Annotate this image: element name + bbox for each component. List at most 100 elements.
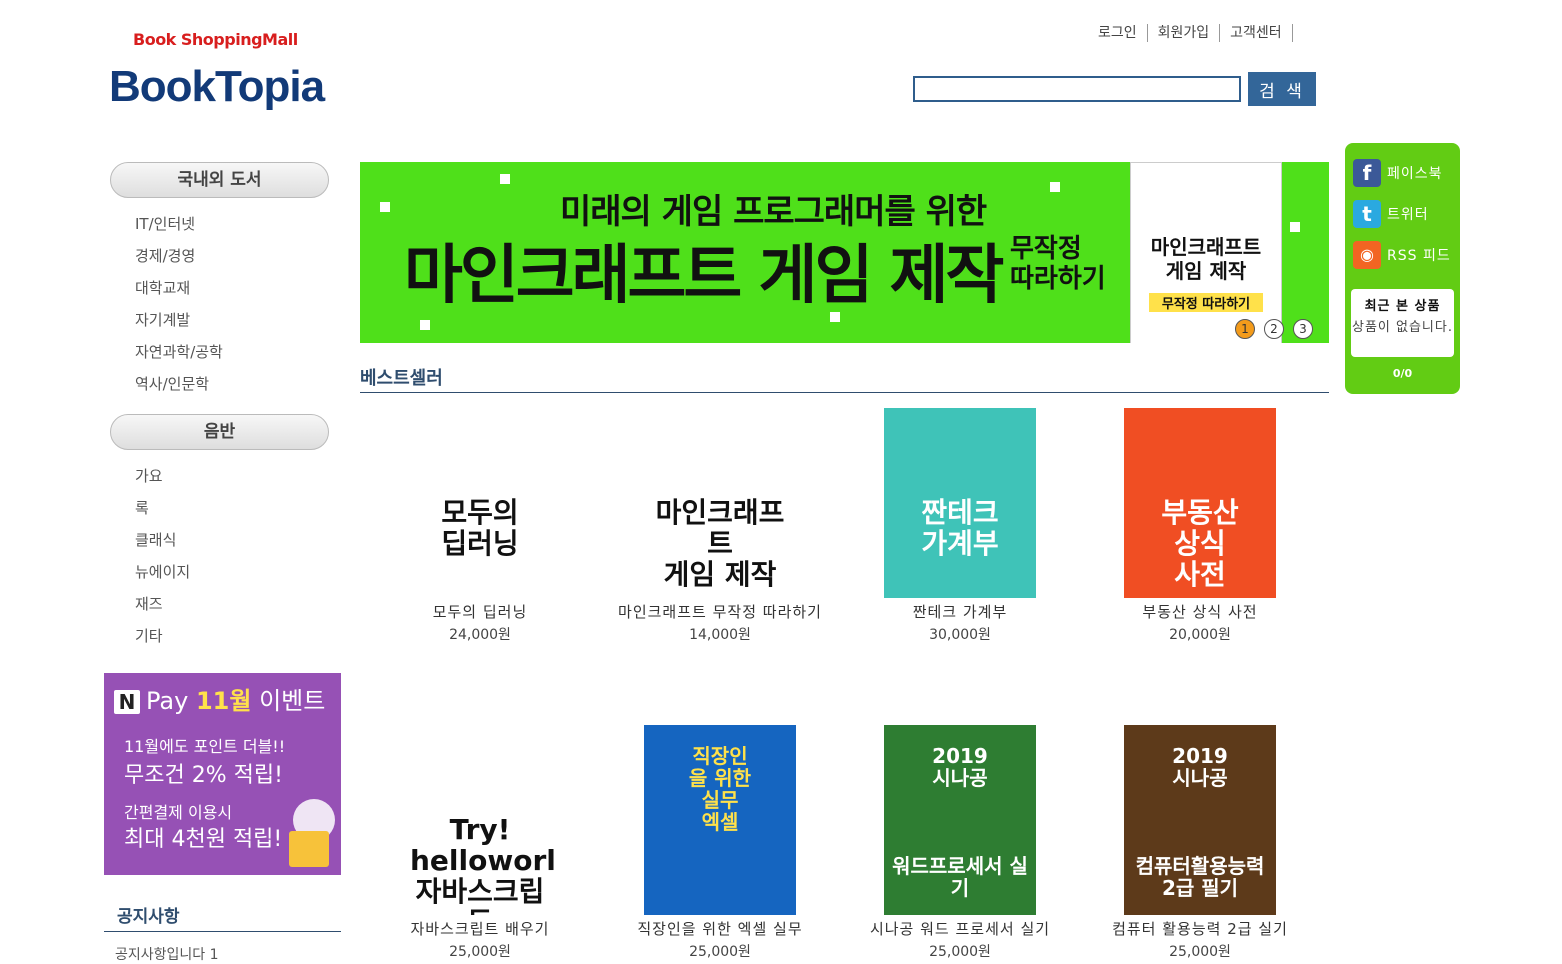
book-cover-title: 2019 시나공 워드프로세서 실기 — [892, 744, 1028, 900]
category-header-music[interactable]: 음반 — [110, 414, 329, 450]
twitter-link[interactable]: t 트위터 — [1353, 200, 1429, 228]
banner-dot-2[interactable]: 2 — [1264, 319, 1284, 339]
product-name[interactable]: 컴퓨터 활용능력 2급 실기 — [1080, 918, 1320, 939]
rss-icon: ◉ — [1353, 241, 1381, 269]
product-price: 25,000원 — [929, 944, 991, 960]
search-button[interactable]: 검 색 — [1248, 72, 1316, 106]
book-cover-title: Try! helloworld 자바스크립트 — [410, 813, 556, 915]
category-item[interactable]: 대학교재 — [135, 272, 223, 304]
ad-line-1: 11월에도 포인트 더블!! — [124, 737, 286, 756]
event-month: 11월 — [195, 687, 252, 715]
product-name[interactable]: 짠테크 가계부 — [840, 601, 1080, 622]
signup-link[interactable]: 회원가입 — [1148, 24, 1221, 42]
rss-link[interactable]: ◉ RSS 피드 — [1353, 241, 1451, 269]
ad-line-2: 무조건 2% 적립! — [124, 763, 283, 788]
banner-side-text: 무작정 따라하기 — [1010, 234, 1106, 294]
banner-title: 마인크래프트 게임 제작 — [404, 239, 1004, 313]
book-cover-title: 2019 시나공 컴퓨터활용능력2급 필기 — [1135, 744, 1265, 900]
product-name[interactable]: 부동산 상식 사전 — [1080, 601, 1320, 622]
customer-center-link[interactable]: 고객센터 — [1220, 24, 1293, 42]
book-cover-image[interactable]: Try! helloworld 자바스크립트 — [404, 725, 556, 915]
pixel-decoration — [1290, 222, 1300, 232]
product-name[interactable]: 자바스크립트 배우기 — [360, 918, 600, 939]
product-price: 25,000원 — [449, 944, 511, 960]
sns-label: 트위터 — [1387, 207, 1429, 223]
bestseller-divider — [360, 392, 1329, 393]
facebook-link[interactable]: f 페이스북 — [1353, 159, 1443, 187]
book-cover-image[interactable]: 모두의 딥러닝 — [404, 408, 556, 598]
event-label: 이벤트 — [259, 687, 326, 715]
category-item[interactable]: 뉴에이지 — [135, 556, 190, 588]
facebook-icon: f — [1353, 159, 1381, 187]
pay-label: Pay — [146, 687, 189, 715]
book-cover-image[interactable]: 짠테크 가계부 — [884, 408, 1036, 598]
npay-event-banner[interactable]: N Pay 11월 이벤트 11월에도 포인트 더블!! 무조건 2% 적립! 간… — [104, 673, 341, 875]
category-item[interactable]: 기타 — [135, 620, 190, 652]
banner-dot-3[interactable]: 3 — [1293, 319, 1313, 339]
category-item[interactable]: 역사/인문학 — [135, 368, 223, 400]
npay-title: N Pay 11월 이벤트 — [114, 681, 325, 716]
book-cover-title: 모두의 딥러닝 — [441, 496, 519, 560]
notice-item[interactable]: 공지사항입니다 1 — [115, 944, 219, 964]
site-tagline: Book ShoppingMall — [133, 30, 298, 49]
sns-label: RSS 피드 — [1387, 248, 1451, 264]
category-item[interactable]: 자연과학/공학 — [135, 336, 223, 368]
book-cover-image[interactable]: 직장인 을 위한 실무 엑셀 — [644, 725, 796, 915]
category-list-music: 가요 록 클래식 뉴에이지 재즈 기타 — [135, 460, 190, 652]
login-link[interactable]: 로그인 — [1088, 24, 1148, 42]
banner-book-title-line: 게임 제작 — [1165, 259, 1247, 283]
pixel-decoration — [1050, 182, 1060, 192]
ad-line-3: 간편결제 이용시 — [124, 803, 233, 822]
main-banner[interactable]: 미래의 게임 프로그래머를 위한 마인크래프트 게임 제작 무작정 따라하기 마… — [360, 162, 1329, 343]
product-price: 30,000원 — [929, 627, 991, 643]
recent-products-box: 최근 본 상품 상품이 없습니다. — [1351, 289, 1454, 357]
product-name[interactable]: 직장인을 위한 엑셀 실무 — [600, 918, 840, 939]
category-item[interactable]: 가요 — [135, 460, 190, 492]
book-cover-title: 짠테크 가계부 — [921, 496, 999, 560]
category-item[interactable]: 경제/경영 — [135, 240, 223, 272]
category-item[interactable]: 클래식 — [135, 524, 190, 556]
recent-products-title: 최근 본 상품 — [1364, 299, 1441, 314]
ad-line-4: 최대 4천원 적립! — [124, 827, 283, 852]
sns-panel: f 페이스북 t 트위터 ◉ RSS 피드 최근 본 상품 상품이 없습니다. … — [1345, 143, 1460, 394]
book-cover-title: 부동산 상식 사전 — [1161, 496, 1239, 591]
banner-book-title-line: 마인크래프트 — [1150, 235, 1262, 259]
category-header-books[interactable]: 국내외 도서 — [110, 162, 329, 198]
book-cover-image[interactable]: 2019 시나공 워드프로세서 실기 — [884, 725, 1036, 915]
category-item[interactable]: 록 — [135, 492, 190, 524]
book-cover-image[interactable]: 마인크래프트 게임 제작 — [644, 408, 796, 598]
product-price: 24,000원 — [449, 627, 511, 643]
book-cover-title: 직장인 을 위한 실무 엑셀 — [688, 744, 752, 834]
book-cover-image[interactable]: 부동산 상식 사전 — [1124, 408, 1276, 598]
naver-n-logo: N — [114, 690, 140, 714]
product-price: 25,000원 — [689, 944, 751, 960]
recent-products-empty: 상품이 없습니다. — [1352, 320, 1453, 335]
pixel-decoration — [500, 174, 510, 184]
product-price: 14,000원 — [689, 627, 751, 643]
pixel-decoration — [420, 320, 430, 330]
book-cover-image[interactable]: 2019 시나공 컴퓨터활용능력2급 필기 — [1124, 725, 1276, 915]
recent-products-pager: 0/0 — [1392, 367, 1413, 380]
product-name[interactable]: 모두의 딥러닝 — [360, 601, 600, 622]
banner-side-line: 따라하기 — [1010, 264, 1106, 294]
product-name[interactable]: 시나공 워드 프로세서 실기 — [840, 918, 1080, 939]
product-price: 20,000원 — [1169, 627, 1231, 643]
banner-side-line: 무작정 — [1010, 234, 1082, 264]
product-name[interactable]: 마인크래프트 무작정 따라하기 — [600, 601, 840, 622]
twitter-icon: t — [1353, 200, 1381, 228]
bestseller-title: 베스트셀러 — [360, 368, 443, 389]
banner-book-title: 마인크래프트 게임 제작 — [1141, 235, 1271, 283]
gift-icon — [289, 831, 329, 867]
category-item[interactable]: 자기계발 — [135, 304, 223, 336]
site-logo[interactable]: BookTopia — [109, 62, 325, 112]
product-price: 25,000원 — [1169, 944, 1231, 960]
top-links: 로그인 회원가입 고객센터 — [1088, 24, 1293, 42]
search-input[interactable] — [913, 76, 1241, 102]
book-cover-title: 마인크래프트 게임 제작 — [655, 496, 785, 591]
notice-divider — [104, 931, 341, 932]
category-list-books: IT/인터넷 경제/경영 대학교재 자기계발 자연과학/공학 역사/인문학 — [135, 208, 223, 400]
category-item[interactable]: 재즈 — [135, 588, 190, 620]
banner-book-cover: 마인크래프트 게임 제작 무작정 따라하기 — [1130, 162, 1282, 343]
category-item[interactable]: IT/인터넷 — [135, 208, 223, 240]
banner-dot-1[interactable]: 1 — [1235, 319, 1255, 339]
